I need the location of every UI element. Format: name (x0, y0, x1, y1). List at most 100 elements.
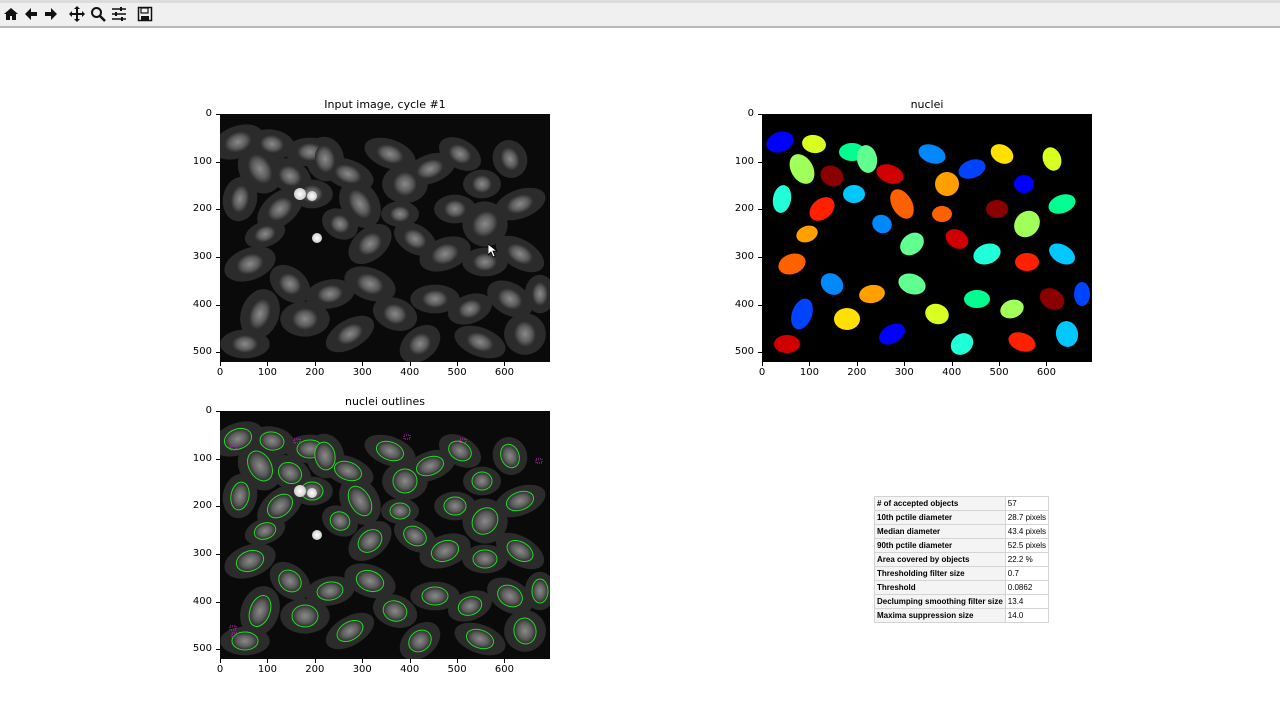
x-tick-mark (504, 659, 506, 663)
y-tick-label: 0 (205, 405, 212, 416)
x-tick-label: 300 (894, 367, 914, 378)
y-tick-mark (216, 649, 220, 651)
x-tick-mark (220, 362, 221, 366)
y-tick-label: 300 (192, 548, 212, 560)
x-tick-mark (904, 362, 906, 366)
x-tick-label: 200 (305, 367, 325, 378)
x-tick-mark (267, 659, 269, 663)
x-tick-label: 500 (447, 664, 467, 675)
y-tick-label: 500 (192, 643, 212, 655)
x-tick-mark (409, 362, 411, 366)
x-tick-label: 300 (352, 664, 372, 675)
stats-row: # of accepted objects 57 (874, 496, 1050, 511)
y-tick-mark (216, 458, 220, 460)
y-tick-mark (758, 209, 762, 211)
x-tick-mark (999, 362, 1001, 366)
stats-label: Threshold (874, 580, 1006, 595)
input-image-plot[interactable] (220, 114, 550, 362)
y-tick-mark (216, 114, 220, 115)
x-tick-mark (220, 659, 221, 663)
stats-label: Thresholding filter size (874, 566, 1006, 581)
x-tick-label: 100 (257, 664, 277, 675)
stats-value: 22.2 % (1004, 552, 1050, 567)
x-tick-mark (457, 659, 459, 663)
y-tick-label: 400 (192, 298, 212, 310)
toolbar (0, 0, 1280, 28)
x-tick-mark (409, 659, 411, 663)
stats-label: Declumping smoothing filter size (874, 594, 1006, 609)
zoom-icon[interactable] (89, 5, 107, 23)
y-tick-mark (216, 601, 220, 603)
y-tick-mark (758, 257, 762, 259)
stats-value: 52.5 pixels (1004, 538, 1050, 553)
x-tick-label: 400 (942, 367, 962, 378)
y-tick-label: 100 (734, 155, 754, 167)
nuclei-title: nuclei (910, 98, 944, 111)
y-tick-label: 300 (734, 251, 754, 263)
x-tick-label: 400 (400, 367, 420, 378)
stats-value: 0.0862 (1004, 580, 1050, 595)
x-tick-label: 600 (494, 367, 515, 378)
y-tick-label: 400 (734, 298, 754, 310)
stats-value: 0.7 (1004, 566, 1050, 581)
stats-label: Area covered by objects (874, 552, 1006, 567)
x-tick-mark (809, 362, 811, 366)
x-tick-mark (267, 362, 269, 366)
forward-arrow-icon[interactable] (42, 5, 60, 23)
x-tick-mark (762, 362, 763, 366)
configure-subplots-icon[interactable] (110, 5, 128, 23)
y-tick-label: 100 (192, 155, 212, 167)
stats-row: Area covered by objects 22.2 % (874, 552, 1050, 567)
window-top-edge (0, 0, 1280, 3)
x-tick-mark (362, 362, 364, 366)
stats-value: 43.4 pixels (1004, 524, 1050, 539)
y-tick-label: 200 (734, 203, 754, 215)
y-tick-mark (216, 257, 220, 259)
y-tick-label: 300 (192, 251, 212, 263)
x-tick-label: 600 (1036, 367, 1057, 378)
x-tick-label: 0 (216, 664, 224, 675)
stats-value: 57 (1004, 496, 1050, 511)
y-tick-label: 200 (192, 500, 212, 512)
y-tick-label: 100 (192, 452, 212, 464)
home-icon[interactable] (2, 5, 20, 23)
y-tick-label: 200 (192, 203, 212, 215)
stats-row: Threshold 0.0862 (874, 580, 1050, 595)
y-tick-mark (758, 352, 762, 354)
y-tick-label: 500 (192, 346, 212, 358)
save-icon[interactable] (136, 5, 154, 23)
y-tick-mark (216, 506, 220, 508)
y-tick-label: 500 (734, 346, 754, 358)
stats-value: 13.4 (1004, 594, 1050, 609)
x-tick-mark (504, 362, 506, 366)
back-arrow-icon[interactable] (22, 5, 40, 23)
nuclei-plot[interactable] (762, 114, 1092, 362)
y-tick-label: 0 (747, 108, 754, 119)
y-tick-mark (758, 114, 762, 115)
pan-icon[interactable] (68, 5, 86, 23)
nuclei-outlines-title: nuclei outlines (345, 395, 425, 408)
x-tick-label: 100 (799, 367, 819, 378)
nuclei-label-image (762, 114, 1092, 362)
stats-value: 28.7 pixels (1004, 510, 1050, 525)
x-tick-mark (314, 659, 316, 663)
x-tick-label: 0 (216, 367, 224, 378)
x-tick-label: 200 (847, 367, 867, 378)
segmentation-stats-table: # of accepted objects 57 10th pctile diame… (874, 496, 1050, 623)
stats-row: Maxima suppression size 14.0 (874, 608, 1050, 623)
stats-label: 90th pctile diameter (874, 538, 1006, 553)
stats-row: Declumping smoothing filter size 13.4 (874, 594, 1050, 609)
stats-row: 10th pctile diameter 28.7 pixels (874, 510, 1050, 525)
y-tick-mark (216, 161, 220, 163)
y-tick-label: 0 (205, 108, 212, 119)
stats-label: 10th pctile diameter (874, 510, 1006, 525)
x-tick-label: 500 (989, 367, 1009, 378)
x-tick-mark (856, 362, 858, 366)
nuclei-outlines-plot[interactable] (220, 411, 550, 659)
y-tick-mark (216, 209, 220, 211)
outlined-cells-image (220, 411, 550, 659)
x-tick-mark (362, 659, 364, 663)
input-image-title: Input image, cycle #1 (324, 98, 446, 111)
stats-row: Median diameter 43.4 pixels (874, 524, 1050, 539)
stats-row: Thresholding filter size 0.7 (874, 566, 1050, 581)
